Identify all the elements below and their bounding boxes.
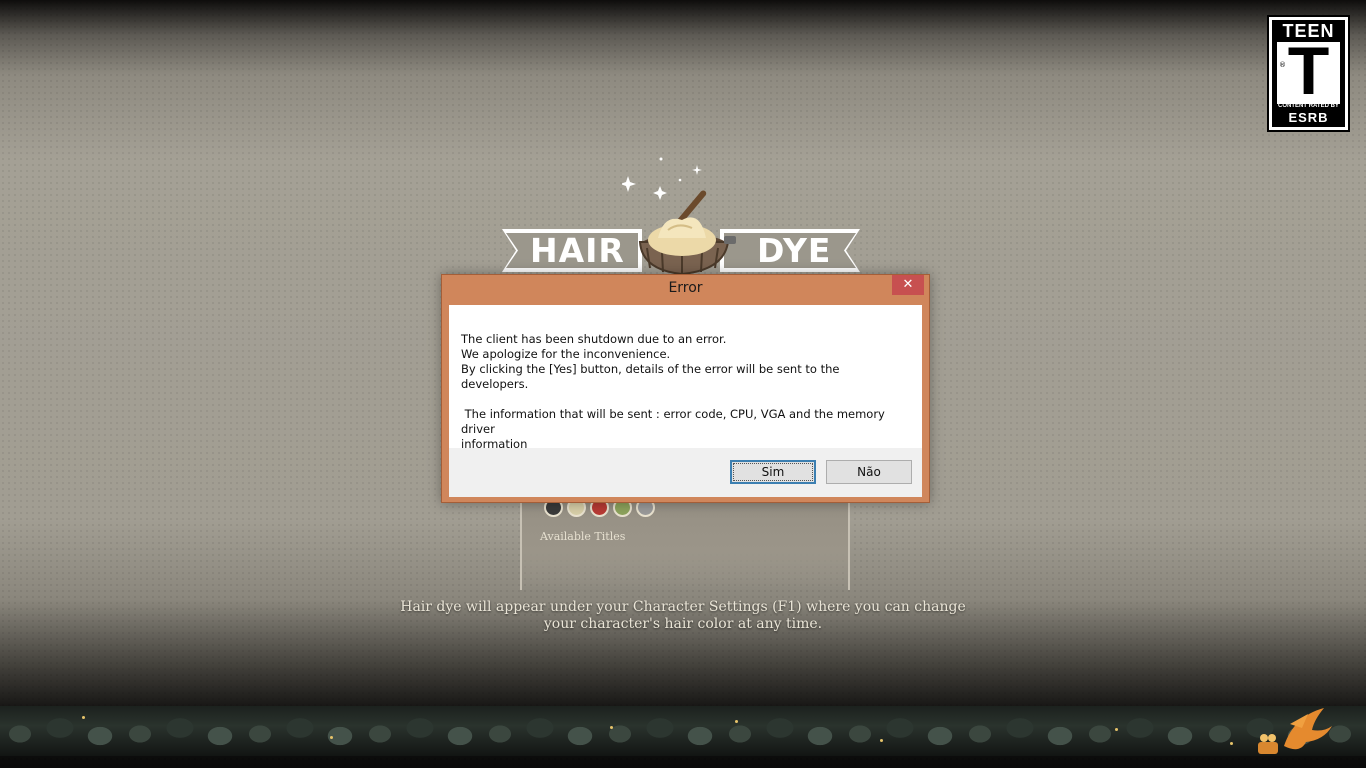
error-message: The client has been shutdown due to an e… bbox=[461, 332, 902, 452]
dialog-body: The client has been shutdown due to an e… bbox=[449, 305, 922, 497]
dialog-button-bar: Sim Não bbox=[449, 448, 922, 497]
registered-mark: ® bbox=[1279, 61, 1286, 69]
esrb-rating-badge: TEEN ® T CONTENT RATED BY ESRB bbox=[1267, 15, 1350, 132]
dialog-title: Error bbox=[668, 280, 703, 296]
forest-footer-decoration bbox=[0, 706, 1366, 756]
yes-button[interactable]: Sim bbox=[730, 460, 816, 484]
message-line-2: We apologize for the inconvenience. bbox=[461, 347, 671, 361]
esrb-logo-text: ESRB bbox=[1288, 110, 1329, 125]
close-button[interactable]: ✕ bbox=[892, 275, 924, 295]
banner-left-word: HAIR bbox=[530, 231, 625, 270]
hair-dye-banner: HAIR DYE bbox=[502, 150, 860, 280]
dye-bowl-icon bbox=[622, 157, 736, 276]
message-line-5: The information that will be sent : erro… bbox=[461, 407, 889, 436]
message-line-1: The client has been shutdown due to an e… bbox=[461, 332, 727, 346]
info-line-2: your character's hair color at any time. bbox=[543, 616, 823, 632]
hair-dye-panel: Available Titles bbox=[520, 490, 850, 590]
banner-ribbon-left: HAIR bbox=[502, 229, 642, 272]
esrb-letter: T bbox=[1287, 33, 1330, 109]
message-line-4 bbox=[461, 392, 902, 407]
witch-mascot-icon bbox=[1258, 708, 1332, 754]
banner-right-word: DYE bbox=[757, 231, 832, 270]
hair-dye-info-text: Hair dye will appear under your Characte… bbox=[383, 599, 983, 633]
available-titles-label: Available Titles bbox=[540, 530, 626, 543]
no-button[interactable]: Não bbox=[826, 460, 912, 484]
info-line-1: Hair dye will appear under your Characte… bbox=[400, 599, 966, 615]
message-line-3: By clicking the [Yes] button, details of… bbox=[461, 362, 844, 391]
error-dialog: Error ✕ The client has been shutdown due… bbox=[441, 274, 930, 503]
